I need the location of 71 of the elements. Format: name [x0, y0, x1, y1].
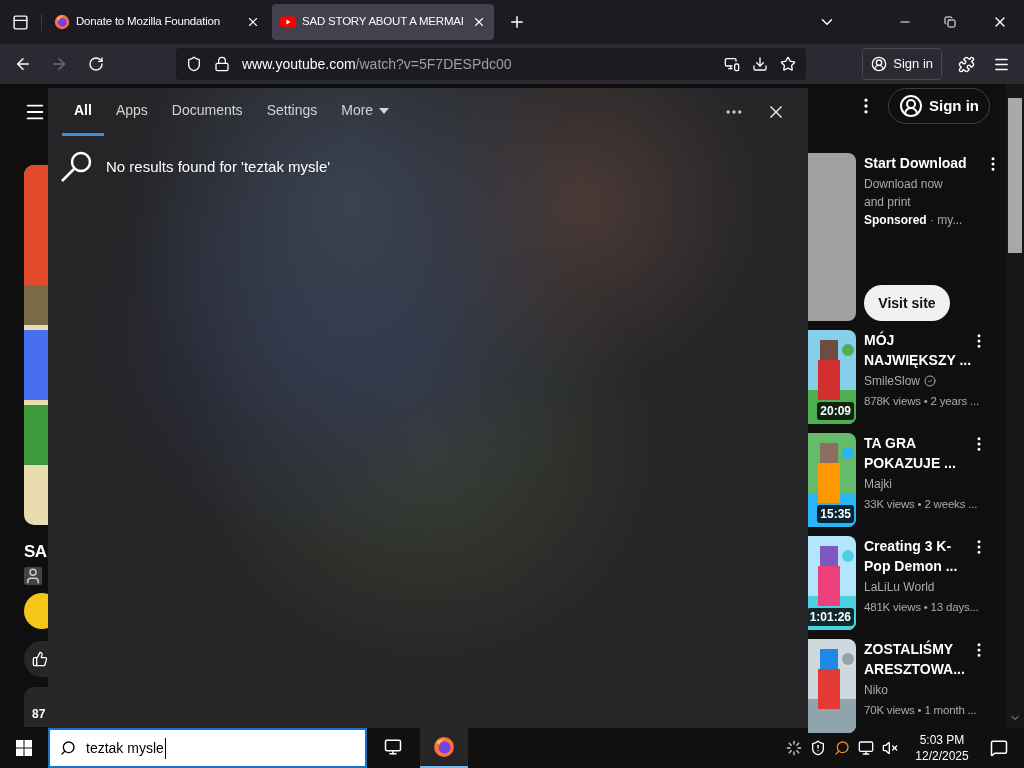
ad-byline: Sponsored · my... — [864, 212, 964, 229]
account-icon — [871, 56, 888, 72]
tab-title: Donate to Mozilla Foundation — [76, 14, 221, 30]
close-icon[interactable] — [246, 15, 260, 29]
restore-icon[interactable] — [944, 16, 956, 28]
video-meta: 70K views • 1 month ... — [864, 703, 978, 718]
account-icon — [899, 94, 923, 118]
shield-warning-icon[interactable] — [810, 740, 826, 756]
channel-name[interactable]: Majki — [864, 475, 892, 493]
search-text: teztak mysle — [86, 737, 166, 759]
windows-start-icon[interactable] — [16, 740, 32, 756]
video-title[interactable]: ZOSTALIŚMY ARESZTOWA... — [864, 639, 998, 679]
browser-tab[interactable]: SAD STORY ABOUT A MERMAI — [272, 4, 494, 40]
search-tab[interactable]: More — [329, 88, 402, 136]
volume-muted-icon[interactable] — [882, 740, 898, 756]
search-icon — [60, 740, 76, 756]
download-icon[interactable] — [752, 56, 768, 72]
search-tab[interactable]: All — [62, 88, 104, 136]
tab-list-icon[interactable] — [12, 13, 29, 31]
search-tab[interactable]: Settings — [254, 88, 330, 136]
search-icon[interactable] — [834, 740, 850, 756]
scrollbar[interactable] — [1006, 84, 1024, 728]
like-button[interactable] — [24, 641, 48, 677]
clock-date[interactable]: 12/2/2025 — [915, 748, 969, 764]
firefox-icon — [433, 736, 455, 758]
view-count: 87 — [32, 707, 46, 721]
video-title[interactable]: Creating 3 K- Pop Demon ... — [864, 536, 998, 576]
video-meta: 481K views • 13 days... — [864, 600, 980, 615]
visit-site-button[interactable]: Visit site — [864, 285, 950, 321]
duration-badge: 15:35 — [817, 505, 854, 523]
address-bar[interactable]: www.youtube.com/watch?v=5F7DESPdc00 — [176, 48, 806, 80]
duration-badge: 1:01:26 — [808, 608, 854, 626]
firefox-icon — [54, 14, 70, 30]
duration-badge: 20:09 — [817, 402, 854, 420]
taskbar-search-field[interactable]: teztak mysle — [48, 728, 367, 768]
close-icon[interactable] — [472, 15, 486, 29]
youtube-icon — [280, 16, 296, 28]
channel-avatar-icon[interactable] — [24, 593, 48, 629]
channel-name[interactable]: LaLiLu World — [864, 578, 935, 596]
channel-name[interactable]: Niko — [864, 681, 888, 699]
video-title[interactable]: MÓJ NAJWIĘKSZY ... — [864, 330, 998, 370]
back-icon[interactable] — [14, 55, 32, 73]
clock-time[interactable]: 5:03 PM — [919, 732, 965, 748]
scrollbar-thumb[interactable] — [1008, 98, 1022, 253]
video-meta: 33K views • 2 weeks ... — [864, 497, 979, 512]
lock-icon[interactable] — [214, 56, 230, 72]
url-text: www.youtube.com/watch?v=5F7DESPdc00 — [242, 54, 513, 74]
sign-in-button[interactable]: Sign in — [862, 48, 942, 80]
video-title[interactable]: TA GRA POKAZUJE ... — [864, 433, 998, 473]
browser-tab[interactable]: Donate to Mozilla Foundation — [46, 4, 268, 40]
shield-icon[interactable] — [186, 56, 202, 72]
thumbs-up-icon — [32, 650, 48, 668]
notifications-icon[interactable] — [990, 739, 1008, 757]
extensions-icon[interactable] — [958, 55, 975, 73]
ad-title[interactable]: Start Download — [864, 153, 976, 173]
search-tab[interactable]: Apps — [103, 88, 160, 136]
channel-name[interactable]: SmileSlow — [864, 372, 920, 390]
ad-description: Download now and print — [864, 176, 944, 211]
taskbar-app[interactable] — [420, 728, 468, 768]
tab-title: SAD STORY ABOUT A MERMAI — [302, 14, 465, 30]
caret-icon — [379, 107, 390, 114]
star-icon[interactable] — [780, 56, 796, 72]
video-title: SA — [24, 541, 47, 563]
reload-icon[interactable] — [88, 56, 104, 72]
new-tab-icon[interactable] — [508, 13, 526, 31]
search-tab[interactable]: Documents — [159, 88, 255, 136]
loading-icon[interactable] — [786, 740, 802, 756]
video-meta: 878K views • 2 years ... — [864, 394, 980, 409]
ad-thumbnail[interactable] — [808, 153, 856, 321]
search-icon — [60, 150, 94, 184]
no-results-message: No results found for 'teztak mysle' — [106, 156, 331, 177]
